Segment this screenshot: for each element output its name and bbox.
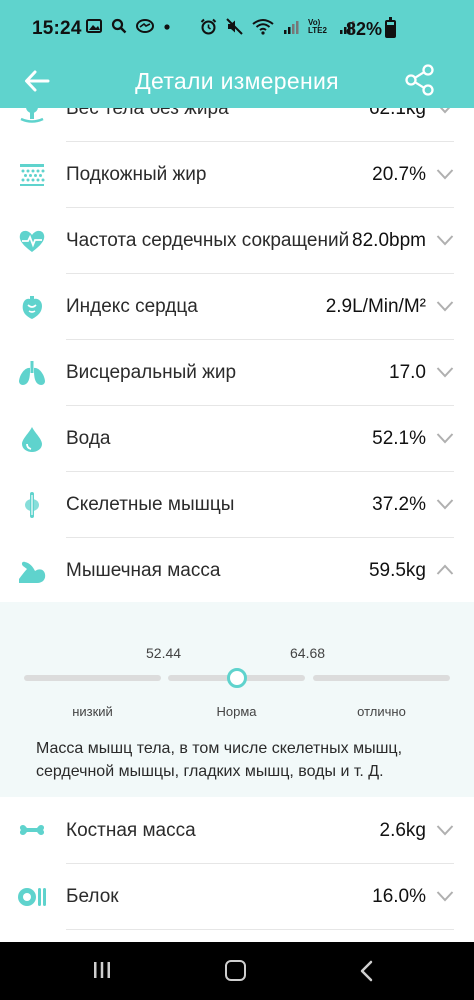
item-value: 52.1%	[372, 428, 426, 449]
divider	[66, 929, 454, 930]
item-value: 2.6kg	[379, 820, 426, 841]
status-right-icons: Vo) LTE2	[200, 18, 355, 35]
list-item-bone-mass[interactable]: Костная масса 2.6kg	[0, 798, 474, 864]
bone-icon	[19, 825, 45, 835]
range-label-excellent: отлично	[357, 704, 406, 719]
water-drop-icon	[22, 427, 42, 452]
page-title: Детали измерения	[135, 68, 339, 94]
muscle-arm-icon	[19, 561, 46, 583]
list-item-subcutaneous-fat[interactable]: Подкожный жир 20.7%	[0, 142, 474, 208]
threshold-high-value: 64.68	[290, 645, 326, 661]
item-value: 2.9L/Min/M²	[325, 296, 426, 317]
image-icon	[86, 19, 102, 33]
item-value: 17.0	[389, 362, 426, 383]
item-label: Костная масса	[66, 820, 196, 841]
threshold-low-value: 52.44	[146, 645, 182, 661]
item-value: 16.0%	[372, 886, 426, 907]
recent-apps-icon[interactable]	[92, 960, 112, 980]
item-label: Подкожный жир	[66, 164, 207, 185]
item-label: Мышечная масса	[66, 560, 221, 581]
item-label: Частота сердечных сокращений	[66, 230, 350, 251]
list-item-protein[interactable]: Белок 16.0%	[0, 864, 474, 930]
item-label: Скелетные мышцы	[66, 494, 235, 515]
item-label: Индекс сердца	[66, 296, 198, 317]
protein-icon	[18, 888, 46, 906]
range-label-normal: Норма	[216, 704, 257, 719]
item-value: 59.5kg	[368, 560, 426, 581]
volte-icon: Vo) LTE2	[308, 17, 327, 35]
chevron-up-icon	[436, 564, 454, 575]
heart-rate-icon	[19, 230, 45, 252]
list-item-water[interactable]: Вода 52.1%	[0, 406, 474, 472]
list-item-muscle-mass[interactable]: Мышечная масса 59.5kg	[0, 538, 474, 604]
item-label: Вода	[66, 428, 111, 449]
skeletal-muscle-icon	[25, 492, 39, 518]
chevron-down-icon	[436, 891, 454, 902]
system-nav-bar	[0, 942, 474, 1000]
back-icon[interactable]	[358, 960, 374, 982]
status-bar: 15:24 Vo) LTE2 82%	[0, 0, 474, 58]
visceral-fat-icon	[19, 361, 45, 385]
battery-percent: 82%	[346, 19, 383, 39]
item-value: 82.0bpm	[352, 230, 426, 251]
alarm-icon	[200, 18, 217, 35]
item-value: 20.7%	[372, 164, 426, 185]
muscle-mass-description: Масса мышц тела, в том числе скелетных м…	[36, 740, 403, 780]
chevron-down-icon	[436, 301, 454, 312]
dot-icon	[164, 24, 170, 30]
home-icon[interactable]	[225, 960, 246, 981]
chevron-down-icon	[436, 367, 454, 378]
subcutaneous-fat-icon	[20, 164, 45, 186]
status-time: 15:24	[32, 18, 82, 39]
current-value-marker	[227, 668, 247, 688]
app-header: Детали измерения	[0, 58, 474, 108]
search-icon	[111, 18, 127, 34]
range-bar-excellent	[313, 675, 450, 681]
range-bar-low	[24, 675, 161, 681]
range-label-low: низкий	[72, 704, 113, 719]
chevron-down-icon	[436, 499, 454, 510]
messenger-icon	[136, 19, 154, 33]
cardiac-index-icon	[22, 296, 42, 319]
mute-icon	[226, 18, 243, 35]
list-item-cardiac-index[interactable]: Индекс сердца 2.9L/Min/M²	[0, 274, 474, 340]
item-value: 37.2%	[372, 494, 426, 515]
share-icon[interactable]	[404, 63, 436, 97]
chevron-down-icon	[436, 433, 454, 444]
chevron-down-icon	[436, 235, 454, 246]
chevron-down-icon	[436, 169, 454, 180]
status-left-icons	[86, 18, 171, 34]
chevron-down-icon	[436, 825, 454, 836]
list-item-visceral-fat[interactable]: Висцеральный жир 17.0	[0, 340, 474, 406]
wifi-calling-icon	[252, 19, 274, 35]
list-item-heart-rate[interactable]: Частота сердечных сокращений 82.0bpm	[0, 208, 474, 274]
battery-fill	[387, 24, 394, 36]
signal-icon	[284, 20, 299, 34]
item-label: Белок	[66, 886, 119, 907]
battery-icon	[385, 17, 396, 38]
item-label: Висцеральный жир	[66, 362, 237, 383]
list-item-skeletal-muscle[interactable]: Скелетные мышцы 37.2%	[0, 472, 474, 538]
